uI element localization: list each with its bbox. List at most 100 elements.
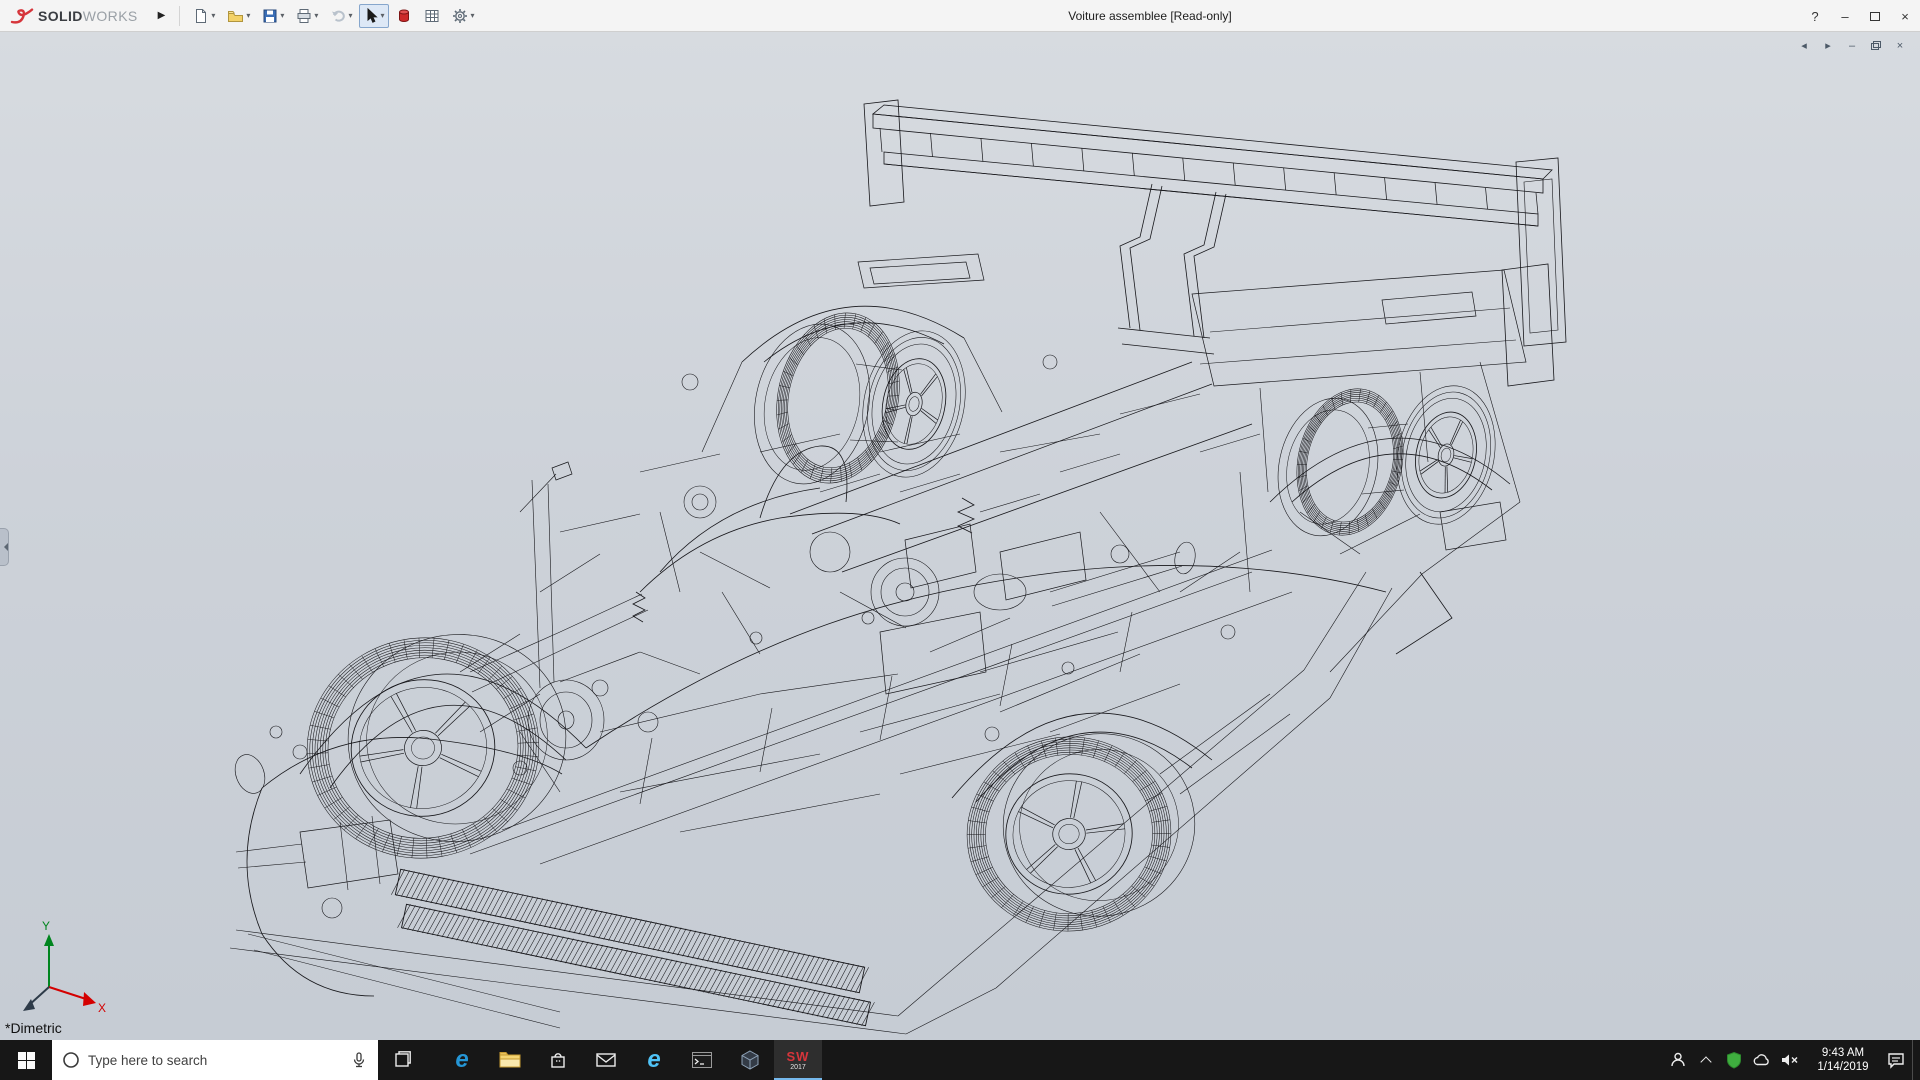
print-caret-icon[interactable]: ▾	[314, 11, 318, 20]
open-caret-icon[interactable]: ▾	[246, 11, 250, 20]
dassault-systemes-icon	[10, 7, 34, 25]
appearance-cylinder-icon	[396, 8, 412, 24]
open-button[interactable]: ▾	[222, 4, 255, 28]
cad-viewer-cube-icon	[739, 1049, 761, 1071]
maximize-icon	[1870, 12, 1880, 21]
people-button[interactable]	[1666, 1040, 1690, 1080]
brand-works: WORKS	[83, 8, 138, 24]
clock-date: 1/14/2019	[1817, 1061, 1868, 1073]
restore-icon	[1871, 41, 1881, 50]
task-view-button[interactable]	[378, 1040, 426, 1080]
clock-time: 9:43 AM	[1822, 1047, 1864, 1059]
undo-button[interactable]: ▾	[325, 4, 357, 28]
taskbar-clock[interactable]: 9:43 AM 1/14/2019	[1806, 1046, 1880, 1074]
tray-overflow-button[interactable]	[1694, 1040, 1718, 1080]
task-view-icon	[392, 1050, 412, 1070]
undo-caret-icon[interactable]: ▾	[348, 11, 352, 20]
edge-icon: e	[455, 1048, 468, 1072]
taskbar-search[interactable]	[52, 1040, 378, 1080]
appearance-button[interactable]	[391, 4, 417, 28]
taskbar-app-edge[interactable]: e	[438, 1040, 486, 1080]
close-button[interactable]: ×	[1890, 0, 1920, 32]
windows-taskbar: e e	[0, 1040, 1920, 1080]
sw-year: 2017	[787, 1064, 810, 1071]
print-icon	[296, 8, 312, 24]
window-controls: ? – ×	[1800, 0, 1920, 32]
select-tool-caret-icon[interactable]: ▾	[380, 11, 384, 20]
graphics-viewport[interactable]: XY ◂ ▸ – × *Dimetric	[0, 32, 1920, 1040]
svg-text:X: X	[98, 1001, 106, 1015]
taskbar-app-command-prompt[interactable]	[678, 1040, 726, 1080]
volume-button[interactable]	[1778, 1040, 1802, 1080]
taskbar-app-internet-explorer[interactable]: e	[630, 1040, 678, 1080]
previous-document-icon[interactable]: ◂	[1796, 38, 1812, 53]
security-tray-button[interactable]	[1722, 1040, 1746, 1080]
options-button[interactable]: ▾	[447, 4, 479, 28]
brand-solid: SOLID	[38, 8, 83, 24]
search-input[interactable]	[88, 1053, 342, 1068]
toolbar-separator	[179, 6, 180, 26]
featuremanager-collapsed-tab[interactable]	[0, 528, 9, 566]
save-caret-icon[interactable]: ▾	[280, 11, 284, 20]
design-table-icon	[424, 8, 440, 24]
select-tool-button[interactable]: ▾	[359, 4, 389, 28]
window-title: Voiture assemblee [Read-only]	[540, 9, 1760, 23]
maximize-button[interactable]	[1860, 0, 1890, 32]
view-orientation-label: *Dimetric	[5, 1020, 62, 1036]
taskbar-app-edrawings[interactable]	[726, 1040, 774, 1080]
show-desktop-button[interactable]	[1912, 1040, 1918, 1080]
save-button[interactable]: ▾	[257, 4, 289, 28]
undo-icon	[330, 8, 346, 24]
action-center-icon	[1886, 1050, 1906, 1070]
document-close-icon[interactable]: ×	[1892, 38, 1908, 53]
quick-access-toolbar: ▾ ▾ ▾ ▾	[188, 4, 479, 28]
taskbar-app-file-explorer[interactable]	[486, 1040, 534, 1080]
brand-text: SOLIDWORKS	[38, 8, 138, 24]
start-button[interactable]	[0, 1040, 52, 1080]
solidworks-application: { "titlebar": { "brand": { "solid": "SOL…	[0, 0, 1920, 1080]
save-floppy-icon	[262, 8, 278, 24]
design-table-button[interactable]	[419, 4, 445, 28]
print-button[interactable]: ▾	[291, 4, 323, 28]
windows-logo-icon	[18, 1052, 35, 1069]
select-cursor-icon	[364, 8, 378, 24]
taskbar-app-solidworks[interactable]: SW 2017	[774, 1040, 822, 1080]
taskbar-app-mail[interactable]	[582, 1040, 630, 1080]
system-tray: 9:43 AM 1/14/2019	[1666, 1040, 1920, 1080]
chevron-up-icon	[1700, 1056, 1711, 1067]
store-bag-icon	[548, 1050, 568, 1070]
shield-icon	[1725, 1051, 1743, 1069]
new-document-icon	[193, 8, 209, 24]
wireframe-car-model: XY	[0, 32, 1920, 1040]
microphone-icon[interactable]	[350, 1051, 368, 1069]
taskbar-app-store[interactable]	[534, 1040, 582, 1080]
options-caret-icon[interactable]: ▾	[470, 11, 474, 20]
document-window-controls: ◂ ▸ – ×	[1796, 38, 1908, 53]
solidworks-2017-icon: SW 2017	[787, 1050, 810, 1071]
speaker-muted-icon	[1780, 1051, 1800, 1069]
file-explorer-icon	[498, 1050, 522, 1070]
internet-explorer-icon: e	[647, 1048, 660, 1072]
panel-arrow-icon	[0, 543, 8, 551]
svg-text:Y: Y	[42, 919, 50, 933]
people-icon	[1668, 1050, 1688, 1070]
onedrive-tray-button[interactable]	[1750, 1040, 1774, 1080]
document-minimize-icon[interactable]: –	[1844, 38, 1860, 53]
next-document-icon[interactable]: ▸	[1820, 38, 1836, 53]
help-button[interactable]: ?	[1800, 0, 1830, 32]
sw-letters: SW	[787, 1050, 810, 1063]
minimize-button[interactable]: –	[1830, 0, 1860, 32]
menu-expand-arrow-icon[interactable]: ▶	[152, 6, 172, 25]
titlebar: SOLIDWORKS ▶ ▾ ▾ ▾	[0, 0, 1920, 32]
open-folder-icon	[227, 8, 244, 24]
mail-envelope-icon	[595, 1051, 617, 1069]
solidworks-logo: SOLIDWORKS	[0, 7, 138, 25]
command-prompt-icon	[691, 1051, 713, 1069]
action-center-button[interactable]	[1884, 1040, 1908, 1080]
gear-icon	[452, 8, 468, 24]
document-restore-icon[interactable]	[1868, 38, 1884, 53]
cloud-icon	[1752, 1052, 1772, 1068]
cortana-circle-icon	[62, 1051, 80, 1069]
new-document-caret-icon[interactable]: ▾	[211, 11, 215, 20]
new-document-button[interactable]: ▾	[188, 4, 220, 28]
